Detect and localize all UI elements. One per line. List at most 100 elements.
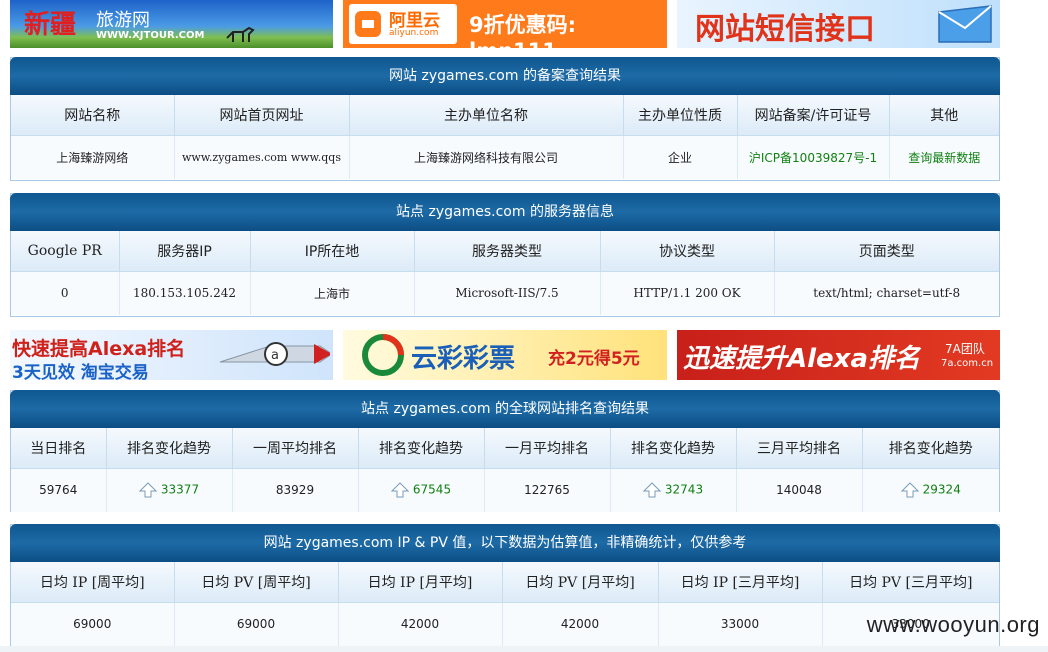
rank-header-cell: 排名变化趋势: [358, 428, 485, 469]
site-name-cell: 上海臻游网络: [11, 135, 175, 179]
rank-trend-value: 67545: [412, 482, 452, 497]
ad-7a-text: 迅速提升Alexa排名: [683, 344, 920, 374]
top-banner-row: 新疆 旅游网 WWW.XJTOUR.COM 阿里云 aliyun.com 9折优…: [10, 0, 1000, 48]
aliyun-logo-box: 阿里云 aliyun.com: [349, 4, 457, 44]
icp-header-cell: 网站名称: [11, 95, 175, 136]
icp-panel: 网站 zygames.com 的备案查询结果 网站名称 网站首页网址 主办单位名…: [10, 57, 1000, 181]
ad-banner-lottery[interactable]: 云彩彩票 充2元得5元: [343, 330, 667, 380]
ip-location-cell: 上海市: [250, 271, 415, 315]
pv-header-cell: 日均 PV [周平均]: [174, 562, 339, 603]
icp-table: 网站名称 网站首页网址 主办单位名称 主办单位性质 网站备案/许可证号 其他 上…: [11, 95, 999, 179]
site-url-cell: www.zygames.com www.qqs: [174, 135, 350, 179]
ip-week-cell: 69000: [11, 602, 175, 646]
icp-header-cell: 网站首页网址: [174, 95, 350, 136]
ad-banner-7a[interactable]: 迅速提升Alexa排名 7A团队 7a.com.cn: [677, 330, 1000, 380]
rank-panel-title: 站点 zygames.com 的全球网站排名查询结果: [10, 390, 1000, 428]
month-rank-cell: 122765: [484, 468, 611, 512]
icp-header-cell: 主办单位性质: [623, 95, 738, 136]
table-row: 上海臻游网络 www.zygames.com www.qqs 上海臻游网络科技有…: [11, 135, 999, 179]
ad-xjtour-logo: 新疆: [24, 10, 77, 40]
table-row: 0 180.153.105.242 上海市 Microsoft-IIS/7.5 …: [11, 271, 999, 315]
ad-sms-text: 网站短信接口: [695, 12, 875, 47]
pv-panel: 网站 zygames.com IP & PV 值，以下数据为估算值，非精确统计，…: [10, 524, 1000, 646]
week-rank-cell: 83929: [232, 468, 359, 512]
server-table: Google PR 服务器IP IP所在地 服务器类型 协议类型 页面类型 0 …: [11, 231, 999, 315]
rank-header-cell: 排名变化趋势: [862, 428, 999, 469]
refresh-data-link[interactable]: 查询最新数据: [889, 135, 999, 179]
horse-icon: [226, 26, 255, 42]
table-row: 69000 69000 42000 42000 33000 33000: [11, 602, 999, 646]
rank-trend-value: 32743: [664, 482, 704, 497]
server-header-cell: 协议类型: [600, 231, 775, 272]
server-header-cell: 服务器IP: [119, 231, 251, 272]
ad-xjtour-title: 旅游网: [96, 10, 150, 31]
rank-table: 当日排名 排名变化趋势 一周平均排名 排名变化趋势 一月平均排名 排名变化趋势 …: [11, 428, 999, 512]
ad-alexa-line2: 3天见效 淘宝交易: [12, 363, 149, 380]
org-type-cell: 企业: [623, 135, 738, 179]
icp-header-row: 网站名称 网站首页网址 主办单位名称 主办单位性质 网站备案/许可证号 其他: [11, 95, 999, 136]
table-row: 59764 33377 83929 67545 122765 32743 140…: [11, 468, 999, 512]
pv-month-cell: 42000: [502, 602, 659, 646]
icp-license-link[interactable]: 沪ICP备10039827号-1: [737, 135, 890, 179]
ad-banner-xjtour[interactable]: 新疆 旅游网 WWW.XJTOUR.COM: [10, 0, 333, 48]
rank-trend-cell: 29324: [862, 468, 999, 512]
rank-header-cell: 排名变化趋势: [106, 428, 233, 469]
ad-7a-brand: 7A团队: [945, 342, 985, 356]
org-name-cell: 上海臻游网络科技有限公司: [349, 135, 624, 179]
ad-lottery-promo: 充2元得5元: [548, 349, 640, 369]
arrow-up-icon: [642, 482, 661, 498]
pv-table: 日均 IP [周平均] 日均 PV [周平均] 日均 IP [月平均] 日均 P…: [11, 562, 999, 646]
ip-quarter-cell: 33000: [658, 602, 823, 646]
server-panel-title: 站点 zygames.com 的服务器信息: [10, 193, 1000, 231]
pv-header-cell: 日均 PV [月平均]: [502, 562, 659, 603]
pv-panel-title: 网站 zygames.com IP & PV 值，以下数据为估算值，非精确统计，…: [10, 524, 1000, 562]
mid-banner-row: 快速提高Alexa排名 3天见效 淘宝交易 a 云彩彩票 充2元得5元 迅速提升…: [10, 330, 1000, 380]
ad-banner-sms[interactable]: 网站短信接口: [677, 0, 1000, 48]
ad-banner-aliyun[interactable]: 阿里云 aliyun.com 9折优惠码: lmn111: [343, 0, 667, 48]
icp-panel-title: 网站 zygames.com 的备案查询结果: [10, 57, 1000, 95]
rank-header-cell: 一月平均排名: [484, 428, 611, 469]
server-panel: 站点 zygames.com 的服务器信息 Google PR 服务器IP IP…: [10, 193, 1000, 317]
aliyun-logo-sub: aliyun.com: [389, 28, 439, 38]
watermark: www.wooyun.org: [866, 612, 1040, 637]
ad-xjtour-url: WWW.XJTOUR.COM: [96, 30, 205, 41]
ip-month-cell: 42000: [338, 602, 503, 646]
pv-header-cell: 日均 PV [三月平均]: [822, 562, 999, 603]
page-type-cell: text/html; charset=utf-8: [774, 271, 999, 315]
envelope-icon: [938, 5, 992, 43]
protocol-cell: HTTP/1.1 200 OK: [600, 271, 775, 315]
pv-header-cell: 日均 IP [月平均]: [338, 562, 503, 603]
rank-header-cell: 三月平均排名: [736, 428, 863, 469]
arrow-up-icon: [390, 482, 409, 498]
server-ip-cell: 180.153.105.242: [119, 271, 251, 315]
svg-text:a: a: [271, 348, 279, 363]
server-header-row: Google PR 服务器IP IP所在地 服务器类型 协议类型 页面类型: [11, 231, 999, 272]
pv-week-cell: 69000: [174, 602, 339, 646]
server-header-cell: IP所在地: [250, 231, 415, 272]
ad-banner-alexa[interactable]: 快速提高Alexa排名 3天见效 淘宝交易 a: [10, 330, 333, 380]
rank-trend-cell: 67545: [358, 468, 485, 512]
arrow-up-icon: [138, 482, 157, 498]
pv-header-cell: 日均 IP [三月平均]: [658, 562, 823, 603]
rank-panel: 站点 zygames.com 的全球网站排名查询结果 当日排名 排名变化趋势 一…: [10, 390, 1000, 512]
icp-header-cell: 其他: [889, 95, 999, 136]
pv-header-row: 日均 IP [周平均] 日均 PV [周平均] 日均 IP [月平均] 日均 P…: [11, 562, 999, 603]
server-header-cell: 服务器类型: [414, 231, 601, 272]
ad-7a-site: 7a.com.cn: [941, 358, 994, 369]
rank-trend-cell: 32743: [610, 468, 737, 512]
quarter-rank-cell: 140048: [736, 468, 863, 512]
google-pr-cell: 0: [11, 271, 120, 315]
daily-rank-cell: 59764: [11, 468, 107, 512]
rocket-icon: a: [219, 342, 330, 366]
server-header-cell: Google PR: [11, 231, 120, 272]
rank-header-cell: 当日排名: [11, 428, 107, 469]
rank-trend-value: 33377: [160, 482, 200, 497]
rank-header-cell: 一周平均排名: [232, 428, 359, 469]
aliyun-logo-icon: [355, 11, 381, 37]
ad-aliyun-text: 9折优惠码: lmn111: [469, 13, 577, 48]
server-header-cell: 页面类型: [774, 231, 999, 272]
rank-header-row: 当日排名 排名变化趋势 一周平均排名 排名变化趋势 一月平均排名 排名变化趋势 …: [11, 428, 999, 469]
pv-header-cell: 日均 IP [周平均]: [11, 562, 175, 603]
icp-header-cell: 主办单位名称: [349, 95, 624, 136]
ad-lottery-text: 云彩彩票: [411, 344, 516, 374]
